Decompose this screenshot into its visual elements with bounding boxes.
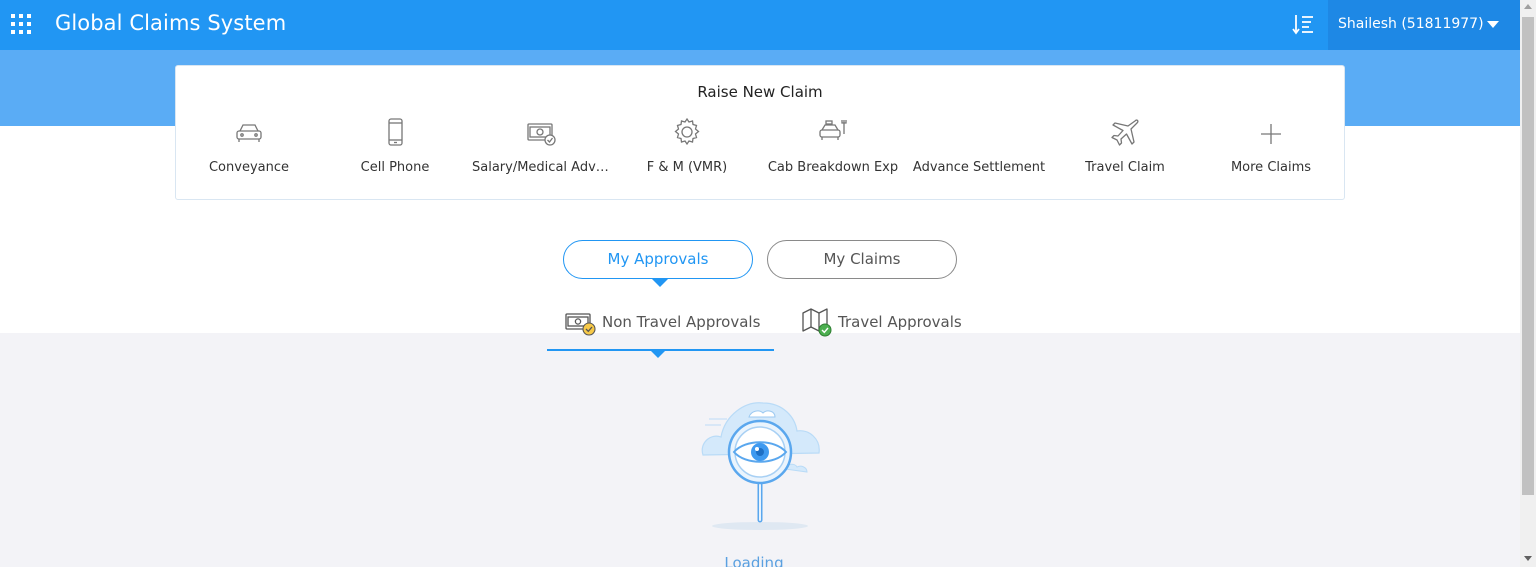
my-approvals-button[interactable]: My Approvals [563,240,753,279]
tab-travel-approvals[interactable]: Travel Approvals [801,305,962,341]
claim-label: Cab Breakdown Exp [767,160,899,175]
phone-icon [388,118,403,146]
claim-item-f-and-m[interactable]: F & M (VMR) [614,114,760,184]
active-tab-pointer [651,351,665,358]
claim-label: F & M (VMR) [646,160,728,175]
my-claims-button[interactable]: My Claims [767,240,957,279]
money-icon [527,123,556,146]
sort-list-icon[interactable] [1292,13,1314,35]
claim-item-travel-claim[interactable]: Travel Claim [1052,114,1198,184]
tab-label: Travel Approvals [838,313,962,331]
app-title: Global Claims System [55,11,287,35]
cab-breakdown-icon [819,120,847,140]
tab-non-travel-approvals[interactable]: Non Travel Approvals [565,305,765,341]
page-scrollbar[interactable] [1520,0,1536,567]
claim-item-cell-phone[interactable]: Cell Phone [322,114,468,184]
advance-settlement-icon [962,116,996,150]
scroll-up-arrow-icon[interactable] [1524,4,1532,9]
claim-label: Advance Settlement [912,160,1046,175]
claim-label: Travel Claim [1085,160,1165,175]
loading-search-illustration [701,402,820,530]
claim-item-more-claims[interactable]: More Claims [1198,114,1344,184]
money-check-icon [565,313,596,336]
apps-grid-icon[interactable] [11,14,31,34]
user-menu[interactable]: Shailesh (51811977) [1328,0,1520,50]
claim-item-conveyance[interactable]: Conveyance [176,114,322,184]
claim-item-advance-settlement[interactable]: Advance Settlement [906,114,1052,184]
scroll-thumb[interactable] [1522,17,1534,495]
claim-label: Conveyance [208,160,289,175]
car-icon [236,124,262,142]
plus-icon [1261,124,1281,144]
caret-down-icon [1487,21,1499,28]
claim-label: Salary/Medical Advance [472,160,614,175]
airplane-icon [1111,119,1139,146]
tab-label: Non Travel Approvals [602,313,761,331]
claim-label: More Claims [1230,160,1312,175]
map-check-icon [802,308,832,337]
user-name: Shailesh (51811977) [1338,16,1484,32]
claim-label: Cell Phone [360,160,430,175]
raise-claim-title: Raise New Claim [697,83,823,101]
loading-text: Loading [724,554,784,567]
gear-icon [674,117,700,146]
claim-item-cab-breakdown[interactable]: Cab Breakdown Exp [760,114,906,184]
top-bar: Global Claims System Shailesh (51811977) [0,0,1536,50]
scroll-down-arrow-icon[interactable] [1524,556,1532,561]
active-pill-pointer [652,279,668,287]
raise-claim-card: Raise New Claim Conveyance Cell Phone Sa… [175,65,1345,200]
claim-item-salary-medical-advance[interactable]: Salary/Medical Advance [468,114,614,184]
